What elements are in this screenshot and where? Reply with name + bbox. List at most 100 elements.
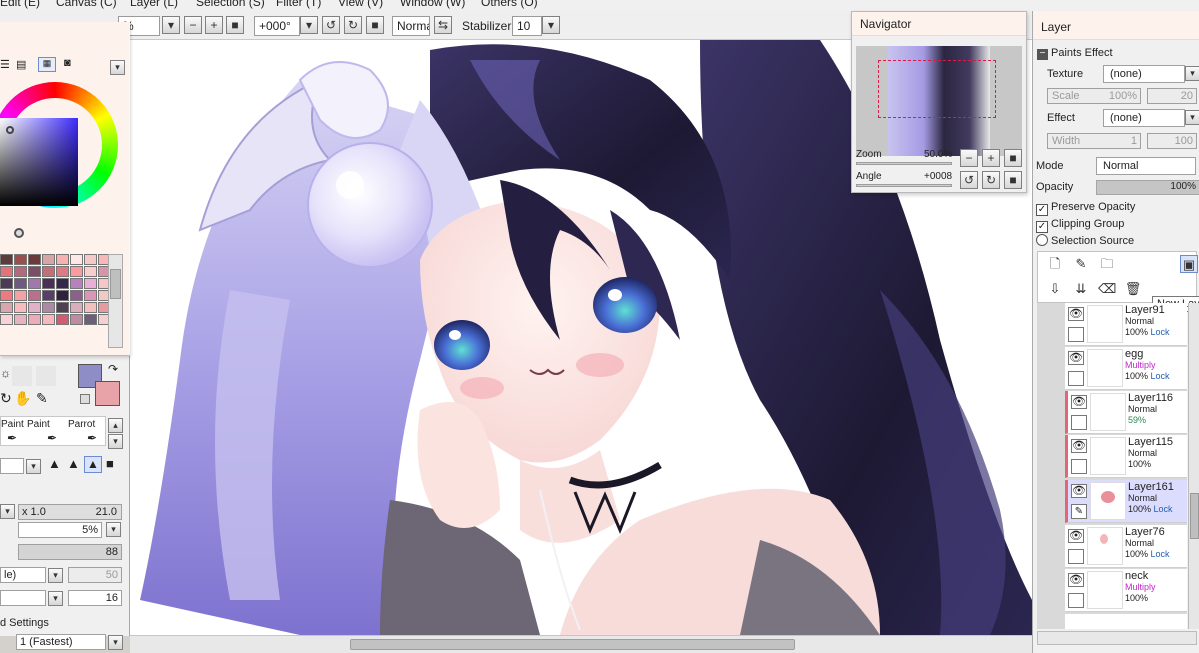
rotate-right-icon[interactable]: ↻ <box>344 16 362 34</box>
effect-dropdown-icon[interactable]: ▾ <box>1185 110 1199 125</box>
brush-shape-dropdown-icon[interactable]: ▾ <box>26 459 41 474</box>
brush-icon[interactable]: ✒ <box>87 431 97 445</box>
palette-swatch[interactable] <box>56 278 69 289</box>
palette-swatch[interactable] <box>56 254 69 265</box>
scratchpad-mode-icon[interactable]: ◙ <box>64 57 71 69</box>
palette-swatch[interactable] <box>14 314 27 325</box>
pen-icon[interactable]: ✎ <box>1071 504 1087 519</box>
texture-dropdown-icon[interactable]: ▾ <box>1185 66 1199 81</box>
rotate-left-icon[interactable]: ↺ <box>322 16 340 34</box>
palette-swatch[interactable] <box>0 266 13 277</box>
palette-swatch[interactable] <box>70 266 83 277</box>
layer-row-partial[interactable] <box>1065 614 1187 629</box>
spacing-field[interactable]: 16 <box>68 590 122 606</box>
brush-size-slider[interactable]: x 1.0 21.0 <box>18 504 122 520</box>
brush-icon[interactable]: ✒ <box>7 431 17 445</box>
palette-swatch[interactable] <box>70 278 83 289</box>
layer-mode-select[interactable]: Normal <box>1096 157 1196 175</box>
advanced-settings-label[interactable]: d Settings <box>0 617 49 629</box>
quality-dropdown-icon[interactable]: ▾ <box>108 635 123 650</box>
brush-icon[interactable]: ✒ <box>47 431 57 445</box>
navigator-preview[interactable] <box>856 46 1022 156</box>
eye-icon[interactable]: 👁 <box>1068 573 1084 587</box>
navigator-zoom-out-icon[interactable]: − <box>960 149 978 167</box>
navigator-rotate-right-icon[interactable]: ↻ <box>982 171 1000 189</box>
navigator-zoom-in-icon[interactable]: + <box>982 149 1000 167</box>
blending-select[interactable]: le) <box>0 567 46 583</box>
eye-icon[interactable]: 👁 <box>1068 307 1084 321</box>
navigator-zoom-reset-icon[interactable]: ■ <box>1004 149 1022 167</box>
brush-preset-name[interactable]: Paint <box>1 419 24 430</box>
texture-select[interactable]: (none) <box>1103 65 1185 83</box>
palette-swatch[interactable] <box>0 290 13 301</box>
navigator-rotate-reset-icon[interactable]: ■ <box>1004 171 1022 189</box>
blending-dropdown-icon[interactable]: ▾ <box>48 568 63 583</box>
palette-swatch[interactable] <box>42 290 55 301</box>
palette-swatch[interactable] <box>14 266 27 277</box>
palette-swatch[interactable] <box>42 254 55 265</box>
square-edge-icon[interactable]: ■ <box>106 456 114 471</box>
palette-swatch[interactable] <box>42 302 55 313</box>
edit-lock-box[interactable] <box>1068 371 1084 386</box>
menu-view[interactable]: View (V) <box>338 0 383 9</box>
tool-slot[interactable] <box>12 366 32 386</box>
palette-swatch[interactable] <box>70 254 83 265</box>
layer-scroll-thumb[interactable] <box>1190 493 1199 539</box>
palette-swatch[interactable] <box>14 278 27 289</box>
zoom-dropdown-icon[interactable]: ▾ <box>162 16 180 34</box>
eye-icon[interactable]: 👁 <box>1071 395 1087 409</box>
swap-colors-icon[interactable]: ↷ <box>108 362 118 376</box>
eye-icon[interactable]: 👁 <box>1071 484 1087 498</box>
color-wheel-mode-icon[interactable]: ☰ <box>0 58 10 71</box>
palette-swatch[interactable] <box>84 302 97 313</box>
palette-swatch[interactable] <box>70 302 83 313</box>
eyedropper-icon[interactable]: ✎ <box>36 390 48 407</box>
eye-icon[interactable]: 👁 <box>1068 529 1084 543</box>
navigator-view-rect[interactable] <box>878 60 996 118</box>
brush-shape-select[interactable] <box>0 458 24 474</box>
tool-slot[interactable] <box>36 366 56 386</box>
texture-select[interactable] <box>0 590 46 606</box>
palette-swatch[interactable] <box>42 314 55 325</box>
density-slider[interactable]: 88 <box>18 544 122 560</box>
clear-layer-icon[interactable]: ⌫ <box>1098 280 1116 298</box>
palette-swatch[interactable] <box>84 266 97 277</box>
eye-icon[interactable]: 👁 <box>1071 439 1087 453</box>
merge-layer-icon[interactable]: ⇊ <box>1072 280 1090 298</box>
palette-swatch[interactable] <box>28 290 41 301</box>
color-palette-swatches[interactable] <box>0 254 111 349</box>
palette-swatch[interactable] <box>42 278 55 289</box>
layer-row-egg[interactable]: 👁 egg Multiply 100% Lock <box>1065 347 1187 390</box>
canvas-horizontal-scrollbar[interactable] <box>130 635 1032 653</box>
hard-edge-icon[interactable]: ▲ <box>48 456 61 471</box>
palette-swatch[interactable] <box>70 290 83 301</box>
edit-lock-box[interactable] <box>1071 459 1087 474</box>
blend-mode-select[interactable]: Normal <box>392 16 430 36</box>
rotate-view-icon[interactable]: ↻ <box>0 390 12 407</box>
medium-edge-icon[interactable]: ▲ <box>67 456 80 471</box>
navigator-angle-slider[interactable] <box>856 184 952 187</box>
scrollbar-thumb[interactable] <box>350 639 795 650</box>
palette-swatch[interactable] <box>28 302 41 313</box>
min-size-slider[interactable]: 5% <box>18 522 102 538</box>
color-palette-mode-icon[interactable]: ▦ <box>38 57 56 72</box>
layer-row-layer115[interactable]: 👁 Layer115 Normal 100% <box>1065 435 1187 478</box>
layer-row-neck[interactable]: 👁 neck Multiply 100% <box>1065 569 1187 612</box>
stabilizer-select[interactable]: 10 <box>512 16 542 36</box>
edit-lock-box[interactable] <box>1068 593 1084 608</box>
palette-swatch[interactable] <box>14 254 27 265</box>
selection-source-radio[interactable]: Selection Source <box>1036 234 1134 247</box>
menu-filter[interactable]: Filter (T) <box>276 0 321 9</box>
texture-dropdown-icon[interactable]: ▾ <box>48 591 63 606</box>
sun-icon[interactable]: ☼ <box>0 366 11 380</box>
edit-lock-box[interactable] <box>1068 327 1084 342</box>
palette-swatch[interactable] <box>0 254 13 265</box>
hand-icon[interactable]: ✋ <box>14 390 31 407</box>
rotation-select[interactable]: +000° <box>254 16 300 36</box>
palette-swatch[interactable] <box>56 290 69 301</box>
layer-opacity-slider[interactable]: 100% <box>1096 180 1199 195</box>
new-folder-icon[interactable]: 🗀 <box>1098 255 1116 273</box>
palette-swatch[interactable] <box>70 314 83 325</box>
zoom-reset-icon[interactable]: ■ <box>226 16 244 34</box>
soft-edge-icon[interactable]: ▲ <box>84 456 102 473</box>
